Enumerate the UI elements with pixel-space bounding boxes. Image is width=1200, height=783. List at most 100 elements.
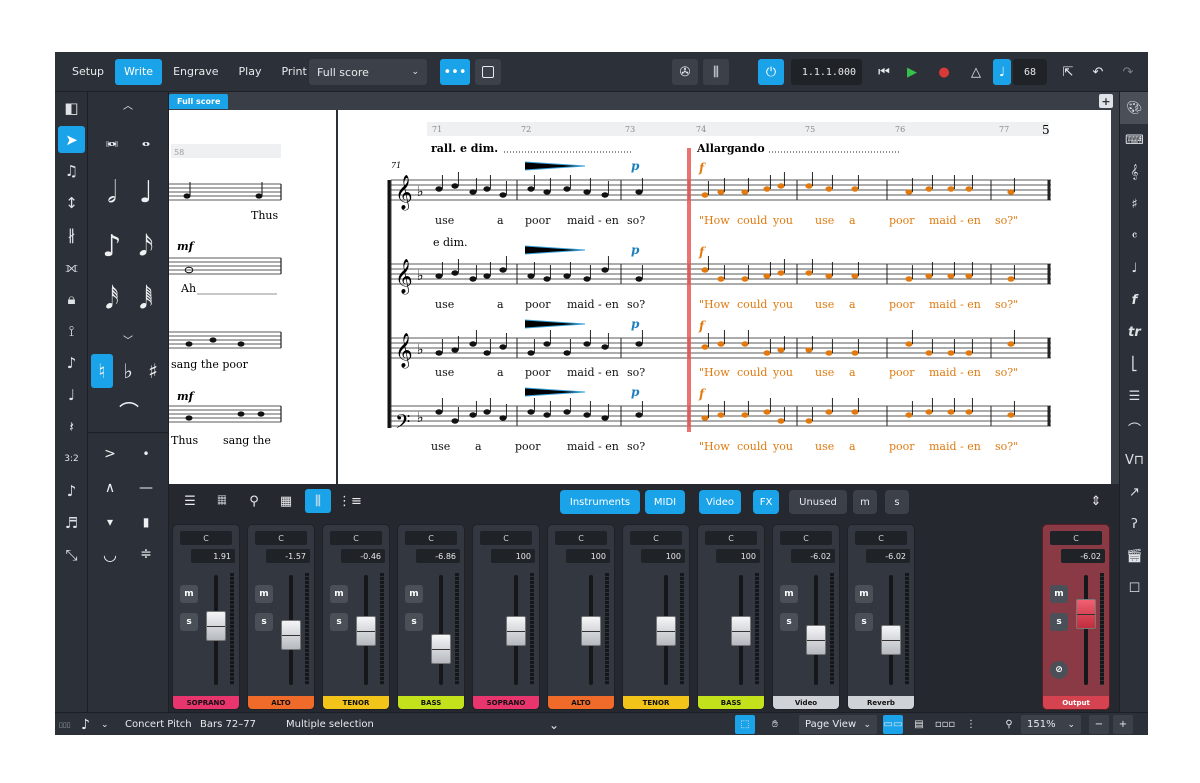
quarter-note-icon[interactable]: ♩ <box>134 172 158 212</box>
score-view[interactable]: Full score + 58 mf mf Thus Ah sang the p… <box>169 92 1119 484</box>
mixer-icon[interactable]: ⫼ <box>703 59 729 85</box>
pages-vertical-icon[interactable]: ⋮ <box>961 715 981 734</box>
note-head[interactable] <box>601 192 609 198</box>
fader-handle[interactable] <box>806 624 826 655</box>
mode-setup[interactable]: Setup <box>63 59 113 85</box>
filter-midi[interactable]: MIDI <box>645 490 685 514</box>
note-head[interactable] <box>763 273 771 279</box>
note-head[interactable] <box>741 189 749 195</box>
volume-readout[interactable]: -6.86 <box>416 549 460 563</box>
fader-handle[interactable] <box>581 615 601 646</box>
zoom-out-icon[interactable]: − <box>1089 715 1109 734</box>
concert-pitch-toggle[interactable]: Concert Pitch <box>125 713 192 735</box>
pan-control[interactable]: C <box>630 531 682 545</box>
pan-control[interactable]: C <box>330 531 382 545</box>
staccato-icon[interactable]: • <box>134 442 158 466</box>
expand-icon[interactable]: ⇕ <box>1083 489 1109 513</box>
ornaments-icon[interactable]: tr <box>1120 316 1148 348</box>
cross-staff-icon[interactable]: ⤡ <box>55 539 88 571</box>
staccatissimo-icon[interactable]: ▾ <box>98 510 122 534</box>
filter-instruments[interactable]: Instruments <box>560 490 640 514</box>
fader-handle[interactable] <box>1076 599 1096 629</box>
note-head[interactable] <box>825 350 833 356</box>
note-head[interactable] <box>947 273 955 279</box>
clef-panel-icon[interactable]: 𝄞 <box>1120 156 1148 188</box>
holds-icon[interactable]: ⌒ <box>1120 412 1148 444</box>
pages-horizontal-icon[interactable]: ▫▫▫ <box>935 715 955 734</box>
volume-readout[interactable]: 100 <box>641 549 685 563</box>
note-head[interactable] <box>635 189 643 195</box>
note-head[interactable] <box>777 347 785 353</box>
page-single-icon[interactable]: ▤ <box>909 715 929 734</box>
guitar-icon[interactable]: ⚲ <box>241 489 267 513</box>
playing-techniques-icon[interactable]: V⊓ <box>1120 444 1148 476</box>
layout-select[interactable]: Full score ⌄ <box>309 59 427 85</box>
eighth-note-icon[interactable]: ♪ <box>100 226 124 266</box>
mute-button[interactable]: m <box>330 585 348 603</box>
note-head[interactable] <box>701 415 709 421</box>
note-head[interactable] <box>805 183 813 189</box>
note-head[interactable] <box>825 273 833 279</box>
fader-handle[interactable] <box>281 620 301 650</box>
note-head[interactable] <box>527 273 535 279</box>
half-note-icon[interactable]: 𝅗𝅥 <box>100 172 124 212</box>
note-head[interactable] <box>763 186 771 192</box>
note-head[interactable] <box>851 186 859 192</box>
fader-handle[interactable] <box>731 615 751 646</box>
mute-button[interactable]: m <box>780 585 798 603</box>
note-head[interactable] <box>435 186 443 192</box>
fader-handle[interactable] <box>356 615 376 646</box>
note-head[interactable] <box>469 341 477 347</box>
note-head[interactable] <box>451 418 459 424</box>
pan-control[interactable]: C <box>855 531 907 545</box>
note-head[interactable] <box>543 189 551 195</box>
pan-control[interactable]: C <box>1050 531 1102 545</box>
note-head[interactable] <box>965 273 973 279</box>
view-select[interactable]: Page View ⌄ <box>799 715 877 734</box>
note-head[interactable] <box>563 350 571 356</box>
spreads-icon[interactable]: ▭▭ <box>883 715 903 734</box>
note-head[interactable] <box>601 415 609 421</box>
zoom-in-icon[interactable]: + <box>1113 715 1133 734</box>
note-head[interactable] <box>483 409 491 415</box>
note-head[interactable] <box>527 186 535 192</box>
mute-button[interactable]: m <box>1050 585 1068 603</box>
pan-control[interactable]: C <box>405 531 457 545</box>
note-head[interactable] <box>435 409 443 415</box>
flat-icon[interactable]: ♭ <box>117 354 139 388</box>
solo-button[interactable]: s <box>405 613 423 631</box>
solo-button[interactable]: s <box>1050 613 1068 631</box>
key-signature-icon[interactable]: ♯ <box>1120 188 1148 220</box>
note-head[interactable] <box>851 409 859 415</box>
note-head[interactable] <box>825 186 833 192</box>
power-icon[interactable]: ⏻ <box>758 59 784 85</box>
natural-icon[interactable]: ♮ <box>91 354 113 388</box>
note-head[interactable] <box>701 344 709 350</box>
volume-readout[interactable]: -6.02 <box>1061 549 1105 563</box>
mode-engrave[interactable]: Engrave <box>164 59 227 85</box>
volume-readout[interactable]: -0.46 <box>341 549 385 563</box>
note-head[interactable] <box>601 344 609 350</box>
panel-toggle-icon[interactable]: ◧ <box>55 92 88 124</box>
note-head[interactable] <box>469 276 477 282</box>
tenuto-staccato-icon[interactable]: ≑ <box>134 542 158 566</box>
rewind-icon[interactable]: ⏮ <box>871 59 897 85</box>
breve-icon[interactable]: 𝅜 <box>100 124 124 154</box>
whole-note-icon[interactable]: 𝅝 <box>134 124 158 154</box>
note-head[interactable] <box>483 350 491 356</box>
filter-fx[interactable]: FX <box>753 490 779 514</box>
clef-icon[interactable]: ⟟ <box>55 315 88 347</box>
dotted-note-icon[interactable]: ♩ <box>55 379 88 411</box>
note-head[interactable] <box>563 409 571 415</box>
stress-icon[interactable]: ▮ <box>134 510 158 534</box>
note-head[interactable] <box>741 412 749 418</box>
note-head[interactable] <box>583 276 591 282</box>
thirtysecond-note-icon[interactable]: 𝅘𝅥𝅰 <box>100 280 124 320</box>
note-head[interactable] <box>499 192 507 198</box>
tuplet-ratio-icon[interactable]: 3:2 <box>55 443 88 475</box>
note-head[interactable] <box>483 273 491 279</box>
fn-icon[interactable]: ▯▯▯ <box>59 713 71 735</box>
note-head[interactable] <box>469 412 477 418</box>
select-mode-icon[interactable]: ⬚ <box>735 715 755 734</box>
note-head[interactable] <box>763 350 771 356</box>
